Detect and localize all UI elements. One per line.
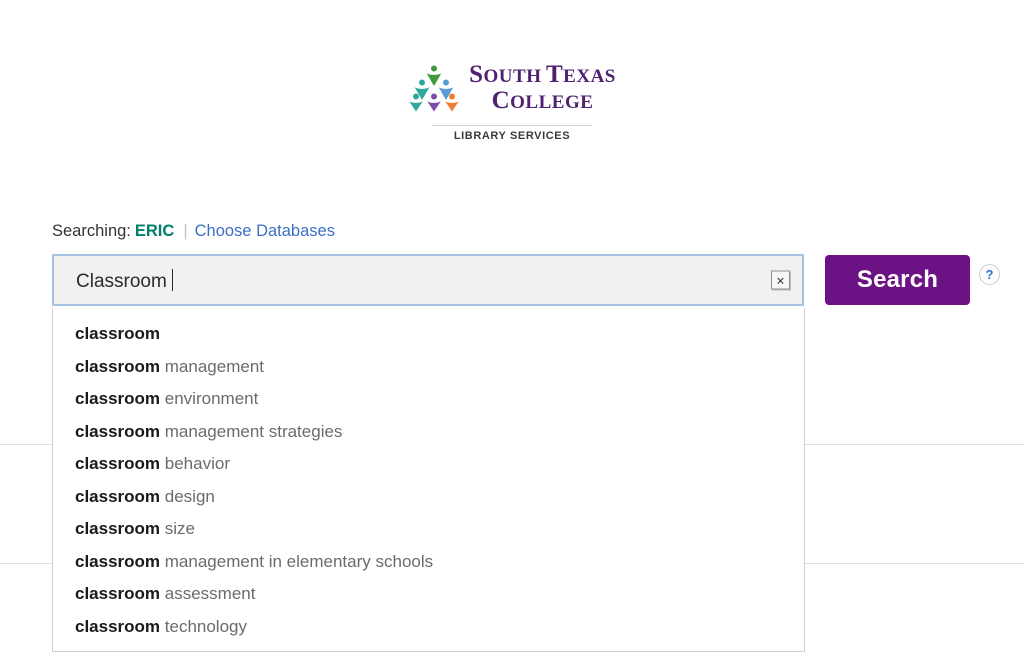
text-cursor (172, 269, 174, 291)
site-logo[interactable]: SOUTH TEXAS COLLEGE (0, 62, 1024, 117)
clear-search-button[interactable]: × (771, 270, 790, 290)
list-item[interactable]: classroom behavior (53, 448, 804, 481)
list-item[interactable]: classroom management in elementary schoo… (53, 546, 804, 579)
list-item[interactable]: classroom management strategies (53, 416, 804, 449)
list-item[interactable]: classroom environment (53, 383, 804, 416)
list-item[interactable]: classroom technology (53, 611, 804, 644)
list-item[interactable]: classroom assessment (53, 578, 804, 611)
search-input-value: Classroom (76, 269, 174, 292)
searching-label: Searching: (52, 222, 131, 240)
logo-line-1: SOUTH TEXAS (469, 61, 616, 88)
searching-bar: Searching: ERIC | Choose Databases (52, 222, 335, 241)
logo-divider (432, 125, 592, 126)
searching-separator: | (183, 222, 188, 240)
logo-subtitle: LIBRARY SERVICES (453, 130, 571, 142)
search-input[interactable]: Classroom × (52, 254, 804, 306)
choose-databases-link[interactable]: Choose Databases (195, 222, 335, 240)
active-database-name: ERIC (134, 222, 175, 240)
list-item[interactable]: classroom design (53, 481, 804, 514)
help-icon[interactable]: ? (979, 264, 1000, 285)
south-texas-college-figures-logo-icon (409, 65, 460, 111)
autocomplete-dropdown[interactable]: classroom classroom management classroom… (52, 308, 805, 652)
list-item[interactable]: classroom size (53, 513, 804, 546)
list-item[interactable]: classroom (53, 318, 804, 351)
logo-line-2: COLLEGE (491, 87, 594, 114)
search-button[interactable]: Search (825, 255, 970, 305)
list-item[interactable]: classroom management (53, 351, 804, 384)
